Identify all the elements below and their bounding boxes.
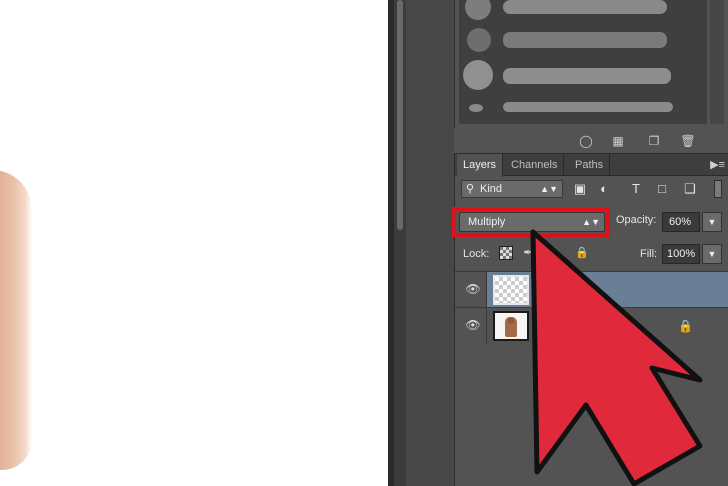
brush-list-scrollbar[interactable]	[710, 0, 724, 124]
brush-panel-footer: ◯ ▦ ❐ 🗑	[454, 128, 728, 154]
layer-filter-kind-select[interactable]: ⚲ Kind ▲▼	[461, 180, 563, 198]
new-preset-icon[interactable]: ❐	[646, 133, 662, 149]
search-icon: ⚲	[466, 183, 475, 195]
opacity-input[interactable]: 60%	[662, 212, 700, 232]
eye-icon[interactable]: 👁	[465, 283, 481, 295]
blend-mode-select[interactable]: Multiply ▲▼	[459, 212, 605, 232]
select-arrows-icon: ▲▼	[582, 217, 600, 227]
brush-tip-icon	[469, 104, 483, 112]
brush-tip-icon	[465, 0, 491, 20]
brush-stroke-preview	[503, 68, 671, 84]
tab-channels[interactable]: Channels	[505, 154, 565, 176]
opacity-dropdown-button[interactable]: ▼	[702, 212, 722, 232]
brush-preset-item[interactable]	[459, 58, 707, 90]
smart-object-filter-icon[interactable]: ❏	[681, 180, 699, 198]
panel-dock-gap	[406, 0, 454, 486]
document-canvas[interactable]	[0, 0, 388, 486]
tab-paths[interactable]: Paths	[569, 154, 611, 176]
layer-row[interactable]: 👁	[455, 271, 728, 308]
trash-icon[interactable]: 🗑	[680, 133, 696, 149]
fill-label: Fill:	[640, 248, 658, 260]
lock-transparent-pixels-icon[interactable]	[499, 246, 513, 260]
layer-thumbnail	[493, 275, 529, 305]
visibility-column: 👁	[455, 308, 487, 344]
brush-stroke-preview	[503, 0, 667, 14]
create-brush-icon[interactable]: ▦	[610, 133, 626, 149]
fill-dropdown-button[interactable]: ▼	[702, 244, 722, 264]
layer-lock-icon[interactable]: 🔒	[678, 319, 693, 333]
panel-menu-icon[interactable]: ▶≡	[710, 158, 725, 171]
opacity-label: Opacity:	[616, 214, 657, 226]
lock-label: Lock:	[463, 248, 490, 260]
select-arrows-icon: ▲▼	[540, 184, 558, 194]
photo-subject	[505, 317, 517, 337]
brush-stroke-preview	[503, 102, 673, 112]
layers-panel: Layers Channels Paths ▶≡ ⚲ Kind ▲▼ ▣ ◐ T…	[452, 154, 728, 486]
blend-mode-value: Multiply	[468, 216, 506, 228]
brush-preset-list[interactable]	[459, 0, 707, 124]
filter-toggle-switch[interactable]	[714, 180, 722, 198]
brush-preview-icon[interactable]: ◯	[578, 133, 594, 149]
brush-preset-item[interactable]	[459, 96, 707, 124]
shape-filter-icon[interactable]: □	[653, 180, 671, 198]
image-filter-icon[interactable]: ▣	[571, 180, 589, 198]
type-filter-icon[interactable]: T	[627, 180, 645, 198]
brush-preset-item[interactable]	[459, 0, 707, 22]
lock-image-pixels-icon[interactable]: ✒	[521, 246, 535, 260]
brush-presets-panel	[454, 0, 728, 128]
fill-input[interactable]: 100%	[662, 244, 700, 264]
panel-tabbar: Layers Channels Paths ▶≡	[455, 154, 728, 177]
layer-thumbnail	[493, 311, 529, 341]
canvas-scrollbar-thumb[interactable]	[397, 0, 403, 230]
brush-tip-icon	[463, 60, 493, 90]
lock-all-icon[interactable]: 🔒	[575, 246, 589, 260]
kind-select-label: Kind	[480, 183, 503, 195]
brush-tip-icon	[467, 28, 491, 52]
canvas-scrollbar[interactable]	[394, 0, 406, 486]
eye-icon[interactable]: 👁	[465, 319, 481, 331]
brush-stroke-preview	[503, 32, 667, 48]
tab-layers[interactable]: Layers	[457, 154, 504, 177]
photo-arm	[0, 170, 32, 470]
layer-row[interactable]: 👁 🔒	[455, 307, 728, 344]
brush-preset-item[interactable]	[459, 24, 707, 54]
visibility-column: 👁	[455, 272, 487, 308]
adjustment-filter-icon[interactable]: ◐	[595, 180, 613, 198]
